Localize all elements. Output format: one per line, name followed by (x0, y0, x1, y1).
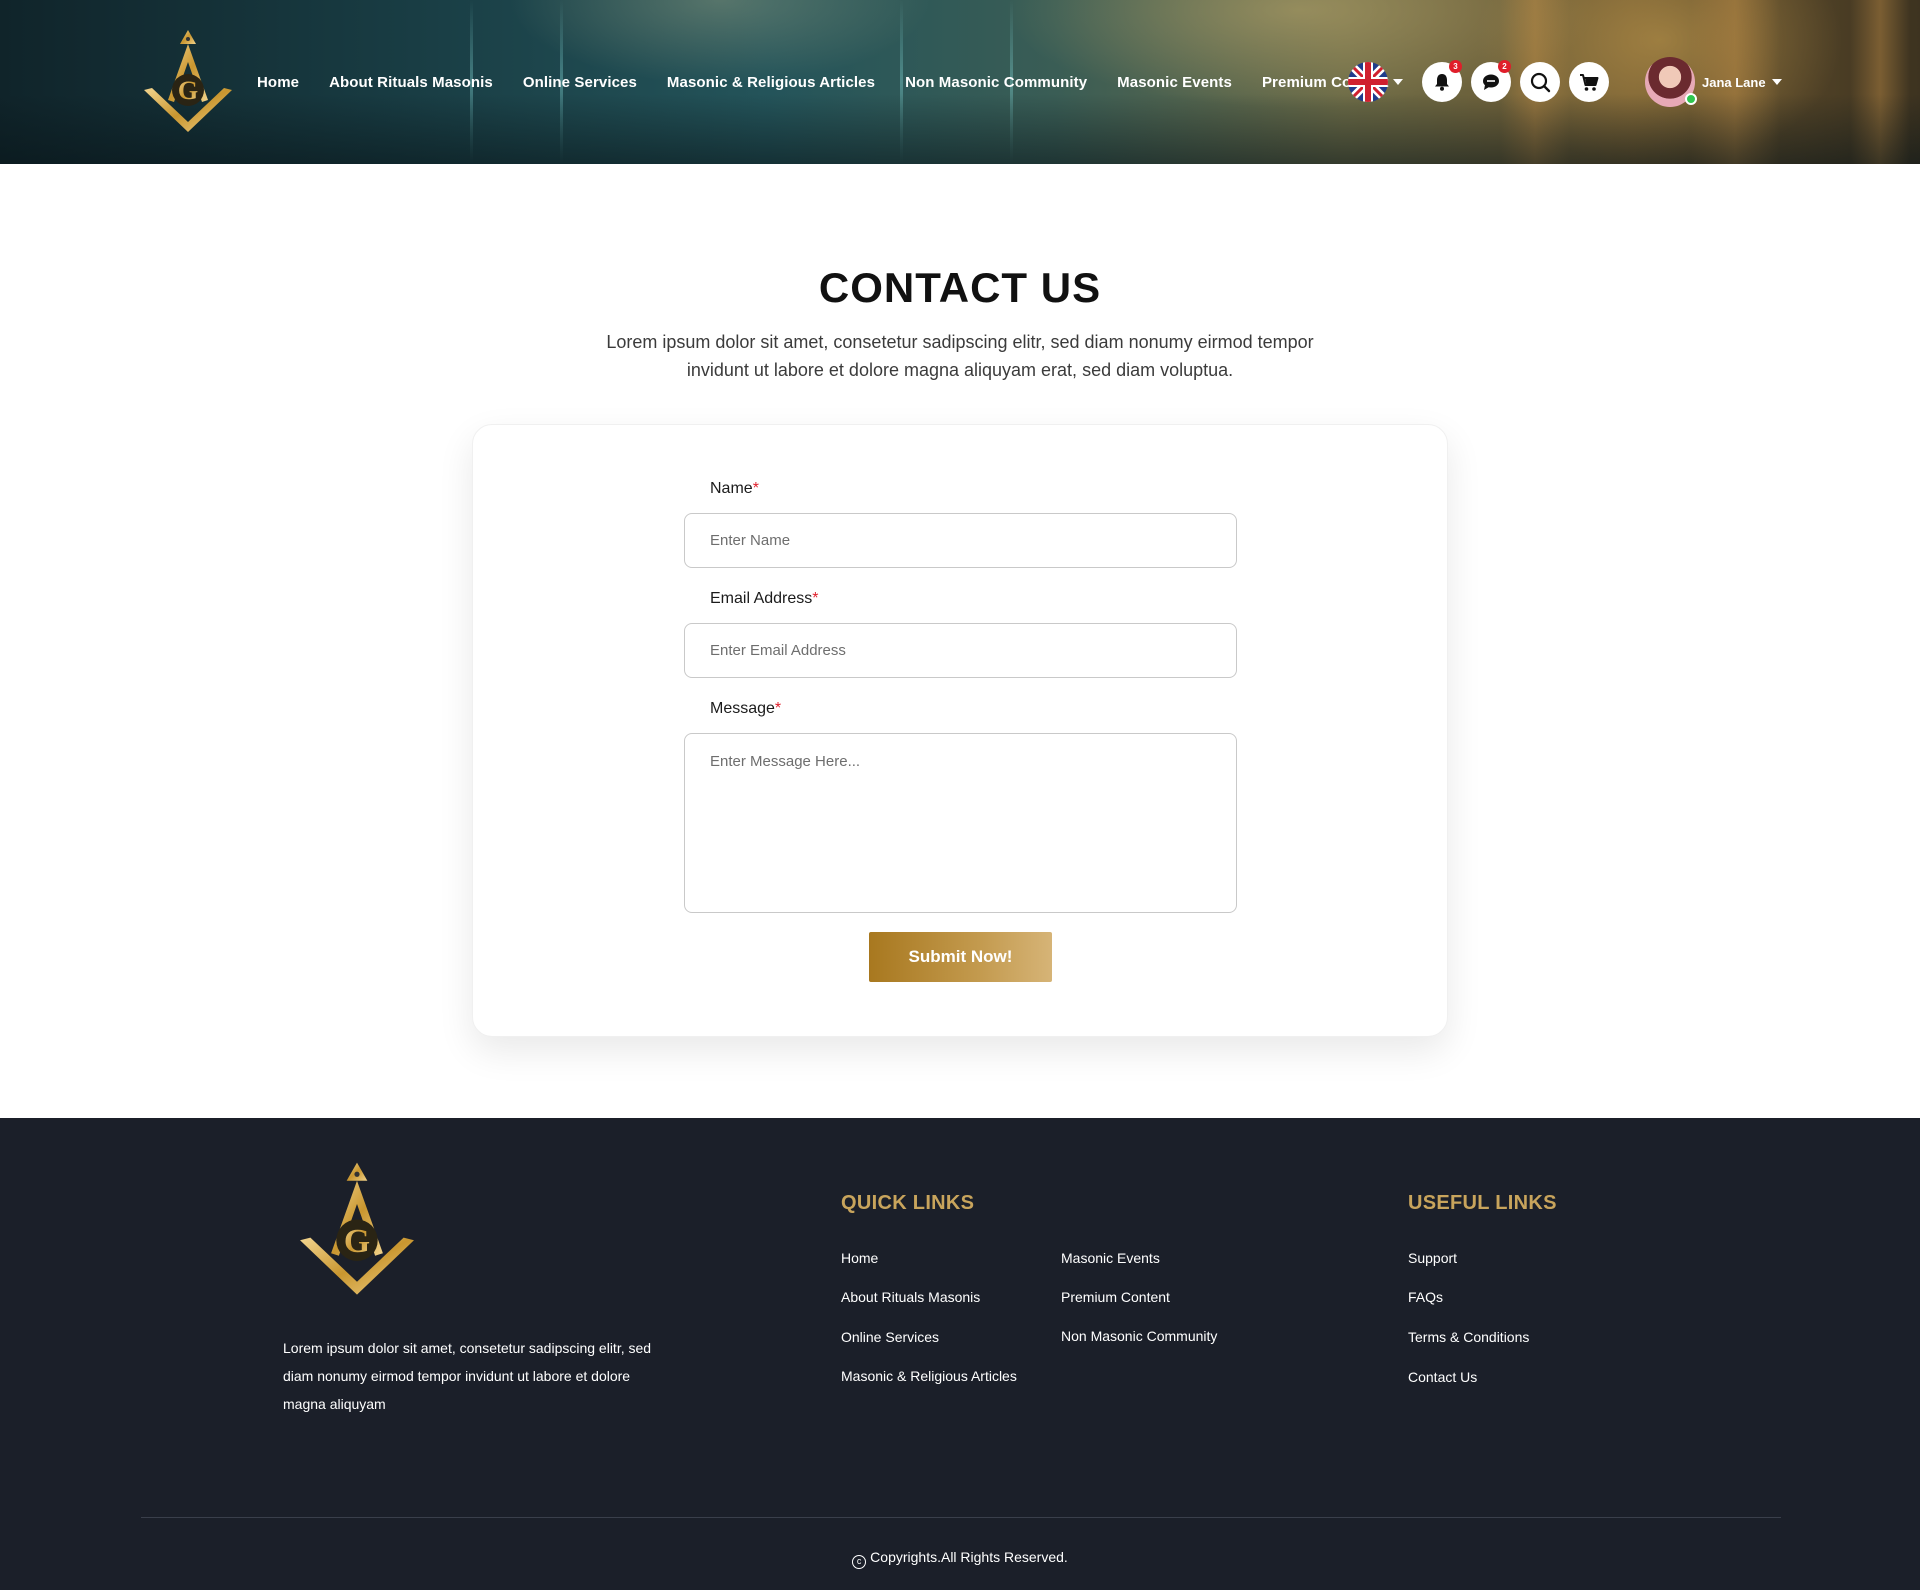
message-label: Message* (710, 700, 782, 717)
footer-divider (141, 1517, 1781, 1518)
masonic-logo[interactable]: G (140, 28, 236, 140)
quick-links-heading: QUICK LINKS (841, 1192, 975, 1214)
copyright-text: Copyrights.All Rights Reserved. (870, 1549, 1068, 1565)
footer-masonic-logo: G (300, 1162, 414, 1295)
footer-link-online-services[interactable]: Online Services (841, 1329, 939, 1345)
footer-link-premium-content[interactable]: Premium Content (1061, 1289, 1170, 1305)
nav-online-services[interactable]: Online Services (523, 74, 637, 91)
chat-icon (1483, 74, 1499, 90)
messages-button[interactable]: 2 (1471, 60, 1511, 102)
avatar[interactable] (1645, 57, 1697, 107)
footer-about-text: Lorem ipsum dolor sit amet, consetetur s… (283, 1340, 652, 1412)
cart-button[interactable] (1569, 62, 1609, 102)
footer-link-contact-us[interactable]: Contact Us (1408, 1369, 1477, 1385)
footer-link-home[interactable]: Home (841, 1250, 878, 1266)
footer-link-terms-conditions[interactable]: Terms & Conditions (1408, 1329, 1529, 1345)
useful-links-heading: USEFUL LINKS (1408, 1192, 1557, 1214)
notifications-badge: 3 (1449, 60, 1462, 73)
cart-icon (1580, 74, 1599, 91)
search-button[interactable] (1520, 62, 1560, 102)
nav-masonic-religious-articles[interactable]: Masonic & Religious Articles (667, 74, 875, 91)
uk-flag-icon[interactable] (1348, 62, 1388, 102)
online-status-dot (1685, 93, 1697, 105)
site-header: G Home About Rituals Masonis Online Serv… (0, 0, 1920, 164)
nav-home[interactable]: Home (257, 74, 299, 91)
bell-icon (1435, 74, 1449, 91)
nav-masonic-events[interactable]: Masonic Events (1117, 74, 1232, 91)
page-description: Lorem ipsum dolor sit amet, consetetur s… (606, 332, 1314, 380)
language-chevron-down-icon[interactable] (1393, 79, 1403, 85)
footer-link-faqs[interactable]: FAQs (1408, 1289, 1443, 1305)
search-icon (1530, 72, 1551, 93)
messages-badge: 2 (1498, 60, 1511, 73)
svg-text:G: G (344, 1223, 370, 1260)
footer-link-masonic-events[interactable]: Masonic Events (1061, 1250, 1160, 1266)
footer-link-non-masonic-community[interactable]: Non Masonic Community (1061, 1328, 1217, 1344)
user-name[interactable]: Jana Lane (1702, 75, 1766, 90)
name-label: Name* (710, 480, 759, 497)
footer-link-support[interactable]: Support (1408, 1250, 1457, 1266)
nav-about-rituals-masonis[interactable]: About Rituals Masonis (329, 74, 493, 91)
copyright: c Copyrights.All Rights Reserved. (0, 1549, 1920, 1569)
name-input[interactable] (684, 513, 1237, 568)
nav-non-masonic-community[interactable]: Non Masonic Community (905, 74, 1087, 91)
main-nav: Home About Rituals Masonis Online Servic… (257, 0, 1388, 164)
submit-button[interactable]: Submit Now! (869, 932, 1052, 982)
email-label: Email Address* (710, 590, 819, 607)
notifications-button[interactable]: 3 (1422, 60, 1462, 102)
message-textarea[interactable] (684, 733, 1237, 913)
copyright-icon: c (852, 1555, 867, 1569)
user-menu-chevron-down-icon[interactable] (1771, 79, 1782, 85)
svg-text:G: G (178, 76, 198, 105)
header-actions: 3 2 Jana Lane (1348, 0, 1782, 164)
footer-link-about-rituals-masonis[interactable]: About Rituals Masonis (841, 1289, 980, 1305)
email-input[interactable] (684, 623, 1237, 678)
footer-link-masonic-religious-articles[interactable]: Masonic & Religious Articles (841, 1368, 1017, 1384)
page-title: CONTACT US (818, 264, 1102, 311)
